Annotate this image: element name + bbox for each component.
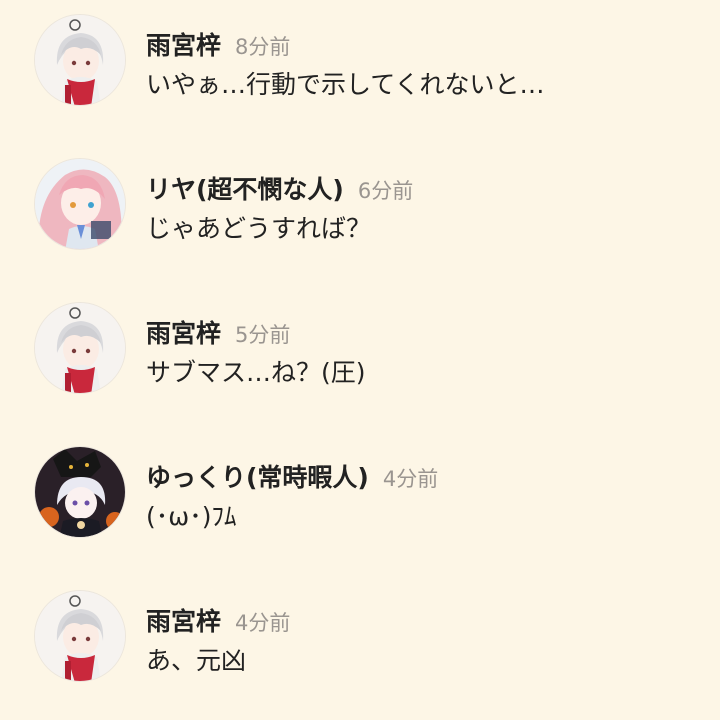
timestamp: 4分前 bbox=[235, 611, 291, 635]
comment-text: あ、元凶 bbox=[146, 646, 247, 675]
white-hair-boy-red-scarf-avatar-icon bbox=[35, 303, 125, 393]
username[interactable]: 雨宮梓 5分前 bbox=[146, 318, 290, 351]
comment-item: 雨宮梓 8分前 いやぁ…行動で示してくれないと… bbox=[0, 4, 720, 114]
fox-mask-character-avatar-icon bbox=[35, 447, 125, 537]
username[interactable]: ゆっくり(常時暇人) 4分前 bbox=[146, 462, 438, 495]
timestamp: 6分前 bbox=[357, 179, 414, 203]
avatar[interactable] bbox=[34, 14, 126, 106]
avatar[interactable] bbox=[34, 446, 126, 538]
white-hair-boy-red-scarf-avatar-icon bbox=[35, 591, 125, 681]
comment-text: サブマス…ね？(圧) bbox=[146, 358, 366, 387]
comment-item: 雨宮梓 5分前 サブマス…ね？(圧) bbox=[0, 292, 720, 402]
timestamp: 5分前 bbox=[235, 323, 291, 347]
comment-text: じゃあどうすれば？ bbox=[146, 214, 372, 243]
avatar[interactable] bbox=[34, 158, 126, 250]
comment-item: ゆっくり(常時暇人) 4分前 (･ω･)ﾌﾑ bbox=[0, 436, 720, 546]
timestamp: 4分前 bbox=[382, 467, 439, 491]
comment-item: 雨宮梓 4分前 あ、元凶 bbox=[0, 580, 720, 690]
timestamp: 8分前 bbox=[235, 35, 291, 59]
comment-text: いやぁ…行動で示してくれないと… bbox=[146, 70, 545, 99]
avatar[interactable] bbox=[34, 302, 126, 394]
username[interactable]: リヤ(超不憫な人) 6分前 bbox=[146, 174, 413, 207]
comment-item: リヤ(超不憫な人) 6分前 じゃあどうすれば？ bbox=[0, 148, 720, 258]
avatar[interactable] bbox=[34, 590, 126, 682]
white-hair-boy-red-scarf-avatar-icon bbox=[35, 15, 125, 105]
username[interactable]: 雨宮梓 4分前 bbox=[146, 606, 290, 639]
comment-list: 雨宮梓 8分前 いやぁ…行動で示してくれないと… リヤ(超不憫な人) 6分前 じゃあ… bbox=[0, 0, 720, 720]
pink-hair-girl-avatar-icon bbox=[35, 159, 125, 249]
comment-text: (･ω･)ﾌﾑ bbox=[146, 502, 237, 531]
username[interactable]: 雨宮梓 8分前 bbox=[146, 30, 290, 63]
